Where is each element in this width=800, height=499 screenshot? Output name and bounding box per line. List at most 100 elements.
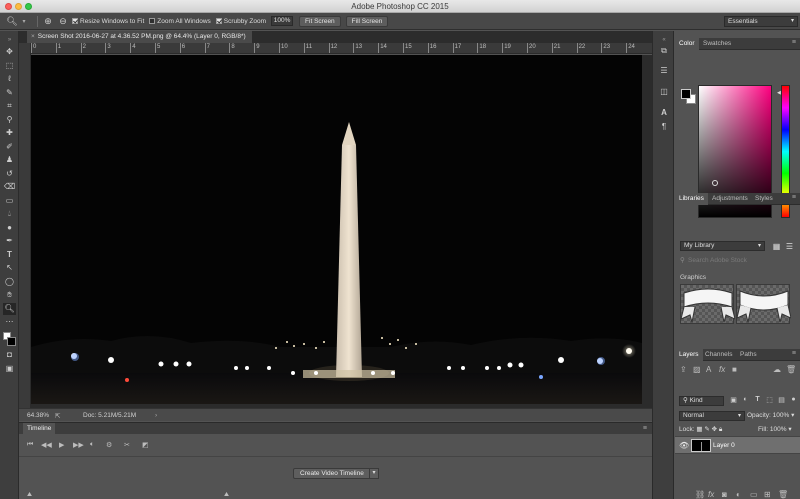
panel-menu-icon[interactable]: ≡ (792, 350, 796, 357)
opacity-value[interactable]: 100% (773, 412, 790, 419)
trash-icon[interactable]: 🗑︎ (778, 490, 788, 499)
add-content-icon[interactable]: ⇪ (680, 365, 687, 374)
brush-tool-icon[interactable]: ✐ (3, 141, 16, 153)
hand-tool-icon[interactable]: ✋︎ (3, 289, 16, 301)
clone-stamp-tool-icon[interactable]: ♟ (3, 154, 16, 166)
cloud-sync-icon[interactable]: ☁ (773, 365, 781, 374)
crop-tool-icon[interactable]: ⌗ (3, 100, 16, 112)
fill-value[interactable]: 100% (770, 426, 787, 433)
zoom-out-icon[interactable]: ⊖ (57, 16, 69, 27)
panel-menu-icon[interactable]: ≡ (792, 39, 796, 46)
list-view-icon[interactable]: ☰ (785, 242, 794, 251)
panel-menu-icon[interactable]: ≡ (643, 425, 647, 432)
properties-panel-icon[interactable]: ☰ (658, 65, 670, 76)
layer-kind-filter[interactable]: ⚲ Kind (679, 396, 724, 406)
color-picker-cursor[interactable] (712, 180, 718, 186)
blend-mode-dropdown[interactable]: Normal ▾ (679, 411, 745, 421)
fill-screen-button[interactable]: Fill Screen (345, 15, 389, 27)
library-graphic-item[interactable] (736, 284, 792, 324)
adjustment-filter-icon[interactable]: ◐ (741, 396, 750, 403)
transition-icon[interactable]: ◩ (142, 441, 149, 449)
canvas-area[interactable] (31, 55, 652, 408)
eraser-tool-icon[interactable]: ⌫ (3, 181, 16, 193)
zoom-all-windows-checkbox[interactable]: Zoom All Windows (149, 18, 211, 25)
split-scissors-icon[interactable]: ✂ (124, 441, 130, 449)
resize-windows-checkbox[interactable]: Resize Windows to Fit (72, 18, 144, 25)
lock-transparency-icon[interactable]: ▦ (696, 426, 702, 433)
pen-tool-icon[interactable]: ✒ (3, 235, 16, 247)
character-panel-icon[interactable]: A (658, 107, 670, 118)
adjustment-layer-icon[interactable]: ◐ (736, 490, 741, 499)
smart-object-filter-icon[interactable]: ▤ (777, 396, 786, 404)
zoom-tool-preset-icon[interactable]: 🔍︎ (6, 16, 18, 27)
add-character-style-icon[interactable]: A (706, 365, 711, 374)
share-icon[interactable]: ⇱ (55, 412, 60, 420)
tab-color[interactable]: Color (675, 38, 699, 50)
zoom-tool-icon[interactable]: 🔍︎ (3, 303, 16, 315)
screen-mode-icon[interactable]: ▣ (3, 363, 16, 375)
vertical-scrollbar[interactable] (642, 55, 652, 408)
link-layers-icon[interactable]: ⛓ (695, 490, 705, 499)
opacity-control[interactable]: Opacity: 100% ▾ (747, 411, 794, 419)
zoom-out-timeline-icon[interactable]: ⛰ (27, 492, 32, 499)
close-tab-icon[interactable]: × (31, 33, 35, 40)
tab-swatches[interactable]: Swatches (699, 38, 735, 50)
tab-channels[interactable]: Channels (701, 349, 736, 361)
fit-screen-button[interactable]: Fit Screen (299, 15, 341, 27)
document-canvas-image[interactable] (31, 55, 642, 404)
quick-mask-icon[interactable]: ◘ (3, 349, 16, 361)
audio-icon[interactable]: 🔈︎ (90, 441, 94, 449)
lock-pixels-icon[interactable]: ✎ (704, 426, 709, 433)
shape-filter-icon[interactable]: ⬚ (765, 396, 774, 404)
quick-selection-tool-icon[interactable]: ✎ (3, 87, 16, 99)
foreground-color-swatch[interactable] (681, 89, 691, 99)
vertical-ruler[interactable] (19, 43, 31, 408)
lasso-tool-icon[interactable]: ℓ (3, 73, 16, 85)
grid-view-icon[interactable]: ▦ (772, 242, 781, 251)
visibility-eye-icon[interactable]: 👁︎ (679, 441, 689, 450)
checkbox-checked[interactable] (72, 18, 78, 24)
add-mask-icon[interactable]: ◙ (722, 490, 727, 499)
chevron-down-icon[interactable]: ▾ (369, 468, 379, 479)
paragraph-panel-icon[interactable]: ¶ (658, 121, 670, 132)
add-color-icon[interactable]: ■ (732, 365, 737, 374)
move-tool-icon[interactable]: ✥ (3, 46, 16, 58)
zoom-level-readout[interactable]: 64.38% (27, 412, 49, 419)
type-filter-icon[interactable]: T (753, 396, 762, 403)
add-graphic-icon[interactable]: ▨ (693, 365, 701, 374)
scrubby-zoom-checkbox[interactable]: Scrubby Zoom (215, 18, 266, 25)
eyedropper-tool-icon[interactable]: ⚲ (3, 114, 16, 126)
shape-tool-icon[interactable]: ◯ (3, 276, 16, 288)
layer-thumbnail[interactable] (691, 439, 711, 452)
chevron-down-icon[interactable]: ▾ (18, 16, 30, 27)
tab-adjustments[interactable]: Adjustments (708, 193, 752, 205)
stock-search-input[interactable]: ⚲ Search Adobe Stock (680, 256, 795, 266)
pixel-filter-icon[interactable]: ▣ (729, 396, 738, 404)
checkbox-checked[interactable] (215, 18, 222, 24)
layer-name[interactable]: Layer 0 (713, 442, 735, 449)
gradient-tool-icon[interactable]: ▭ (3, 195, 16, 207)
tab-styles[interactable]: Styles (751, 193, 777, 205)
marquee-tool-icon[interactable]: ⬚ (3, 60, 16, 72)
first-frame-icon[interactable]: ⏮ (27, 441, 33, 449)
zoom-percentage-field[interactable]: 100% (271, 16, 294, 26)
add-layer-style-icon[interactable]: fx (719, 365, 725, 374)
tab-paths[interactable]: Paths (736, 349, 761, 361)
add-layer-style-icon[interactable]: fx (708, 490, 714, 499)
filter-toggle-icon[interactable]: ● (789, 396, 798, 403)
zoom-in-icon[interactable]: ⊕ (42, 16, 54, 27)
type-tool-icon[interactable]: T (3, 249, 16, 261)
healing-brush-tool-icon[interactable]: ✚ (3, 127, 16, 139)
fill-control[interactable]: Fill: 100% ▾ (758, 425, 792, 433)
panel-menu-icon[interactable]: ≡ (792, 194, 796, 201)
layer-row[interactable]: 👁︎ Layer 0 (675, 436, 800, 454)
lock-position-icon[interactable]: ✥ (712, 426, 717, 433)
tab-libraries[interactable]: Libraries (675, 193, 708, 205)
history-panel-icon[interactable]: ⧉ (658, 45, 670, 56)
tab-layers[interactable]: Layers (675, 349, 703, 361)
collapse-panel-icon[interactable]: » (3, 34, 16, 46)
background-color-swatch[interactable] (7, 337, 16, 346)
blur-tool-icon[interactable]: 💧︎ (3, 208, 16, 220)
play-icon[interactable]: ▶ (59, 441, 64, 449)
next-frame-icon[interactable]: ▶▶ (73, 441, 84, 449)
